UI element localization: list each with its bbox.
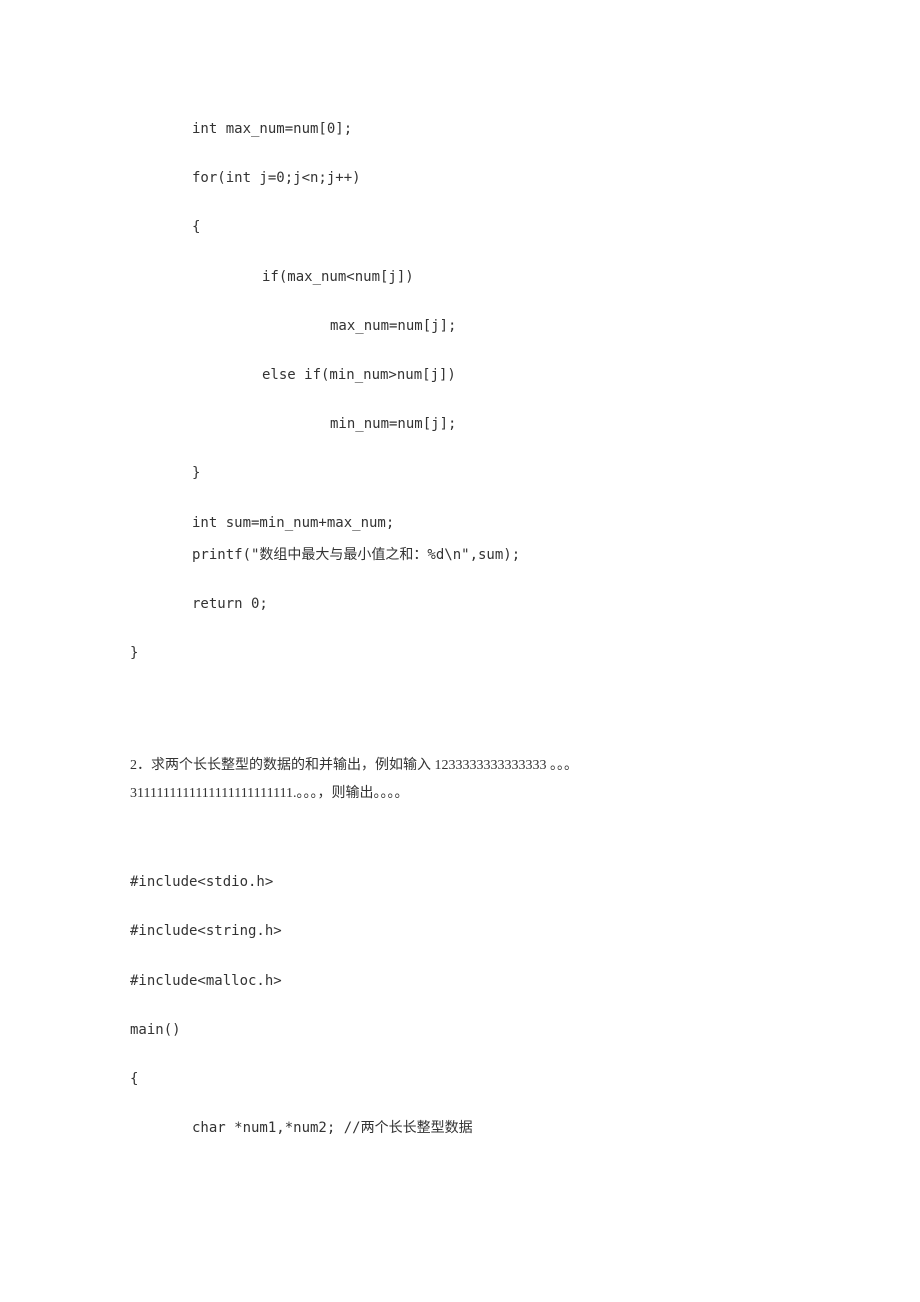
code-line: min_num=num[j]; bbox=[130, 415, 790, 433]
code-line: } bbox=[130, 464, 790, 482]
code-line: return 0; bbox=[130, 595, 790, 613]
spacer bbox=[130, 662, 790, 752]
problem-statement: 2．求两个长长整型的数据的和并输出，例如输入 1233333333333333 … bbox=[130, 752, 790, 808]
code-line: #include<malloc.h> bbox=[130, 972, 790, 990]
code-line: } bbox=[130, 644, 790, 662]
code-line: { bbox=[130, 218, 790, 236]
code-line: #include<stdio.h> bbox=[130, 873, 790, 891]
spacer bbox=[130, 808, 790, 873]
code-line: { bbox=[130, 1070, 790, 1088]
code-line: if(max_num<num[j]) bbox=[130, 268, 790, 286]
code-line: for(int j=0;j<n;j++) bbox=[130, 169, 790, 187]
code-line: max_num=num[j]; bbox=[130, 317, 790, 335]
code-line: else if(min_num>num[j]) bbox=[130, 366, 790, 384]
code-line: int max_num=num[0]; bbox=[130, 120, 790, 138]
code-line: int sum=min_num+max_num; bbox=[130, 514, 790, 532]
code-line: #include<string.h> bbox=[130, 922, 790, 940]
document-page: int max_num=num[0]; for(int j=0;j<n;j++)… bbox=[0, 0, 920, 1227]
code-line: main() bbox=[130, 1021, 790, 1039]
code-line: char *num1,*num2; //两个长长整型数据 bbox=[130, 1119, 790, 1137]
code-line: printf("数组中最大与最小值之和：%d\n",sum); bbox=[130, 546, 790, 564]
problem-line: 2．求两个长长整型的数据的和并输出，例如输入 1233333333333333 … bbox=[130, 752, 790, 780]
problem-line: 3111111111111111111111111.。。。，则输出。。。。 bbox=[130, 780, 790, 808]
